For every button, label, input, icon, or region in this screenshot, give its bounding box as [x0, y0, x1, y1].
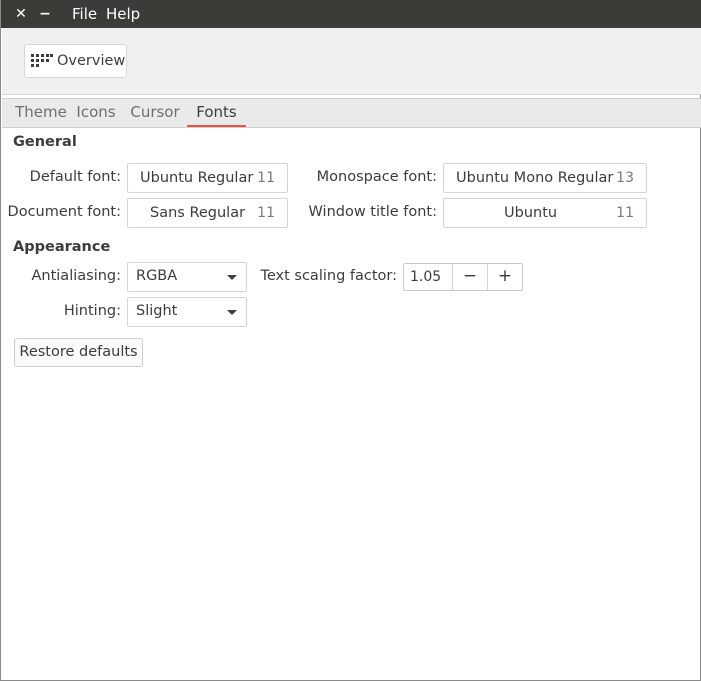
minimize-icon[interactable]: − [36, 4, 54, 24]
default-font-name: Ubuntu Regular [140, 170, 254, 186]
close-icon[interactable]: ✕ [12, 4, 30, 24]
tweak-tool-window: ✕ − File Help Overview Theme Icons Curso… [0, 0, 701, 681]
appearance-heading: Appearance [13, 239, 111, 255]
hinting-dropdown[interactable]: Slight [127, 297, 247, 327]
text-scaling-spinbutton[interactable]: 1.05 − + [403, 263, 523, 291]
tab-cursor[interactable]: Cursor [128, 99, 182, 127]
toolbar: Overview [2, 28, 701, 95]
hinting-value: Slight [136, 303, 178, 319]
hinting-label: Hinting: [63, 303, 121, 319]
overview-button[interactable]: Overview [24, 44, 127, 78]
window-title-font-name: Ubuntu [504, 205, 558, 221]
overview-label: Overview [57, 53, 126, 69]
default-font-button[interactable]: Ubuntu Regular 11 [127, 163, 288, 193]
tab-fonts[interactable]: Fonts [187, 99, 246, 127]
default-font-size: 11 [257, 170, 275, 186]
antialiasing-dropdown[interactable]: RGBA [127, 262, 247, 292]
document-font-label: Document font: [7, 204, 121, 220]
title-bar: ✕ − File Help [1, 0, 701, 28]
monospace-font-button[interactable]: Ubuntu Mono Regular 13 [443, 163, 647, 193]
monospace-font-label: Monospace font: [316, 169, 437, 185]
tab-fonts-label: Fonts [196, 103, 237, 121]
window-title-font-label: Window title font: [308, 204, 437, 220]
window-title-font-size: 11 [616, 205, 634, 221]
tab-icons[interactable]: Icons [74, 99, 118, 127]
text-scaling-value[interactable]: 1.05 [410, 269, 441, 285]
menu-help[interactable]: Help [106, 5, 140, 23]
increment-button[interactable]: + [487, 264, 522, 290]
document-font-name: Sans Regular [150, 205, 246, 221]
menu-file[interactable]: File [72, 5, 97, 23]
chevron-down-icon [227, 310, 237, 315]
document-font-button[interactable]: Sans Regular 11 [127, 198, 288, 228]
monospace-font-name: Ubuntu Mono Regular [456, 170, 614, 186]
document-font-size: 11 [257, 205, 275, 221]
decrement-button[interactable]: − [452, 264, 487, 290]
antialiasing-label: Antialiasing: [31, 268, 121, 284]
restore-defaults-button[interactable]: Restore defaults [14, 338, 143, 367]
text-scaling-label: Text scaling factor: [260, 268, 397, 284]
tab-theme[interactable]: Theme [11, 99, 71, 127]
general-heading: General [13, 134, 77, 150]
monospace-font-size: 13 [616, 170, 634, 186]
chevron-down-icon [227, 275, 237, 280]
antialiasing-value: RGBA [136, 268, 178, 284]
default-font-label: Default font: [29, 169, 121, 185]
grid-icon [31, 54, 53, 68]
active-tab-indicator [187, 125, 246, 127]
tab-bar: Theme Icons Cursor Fonts [2, 98, 701, 128]
window-title-font-button[interactable]: Ubuntu 11 [443, 198, 647, 228]
